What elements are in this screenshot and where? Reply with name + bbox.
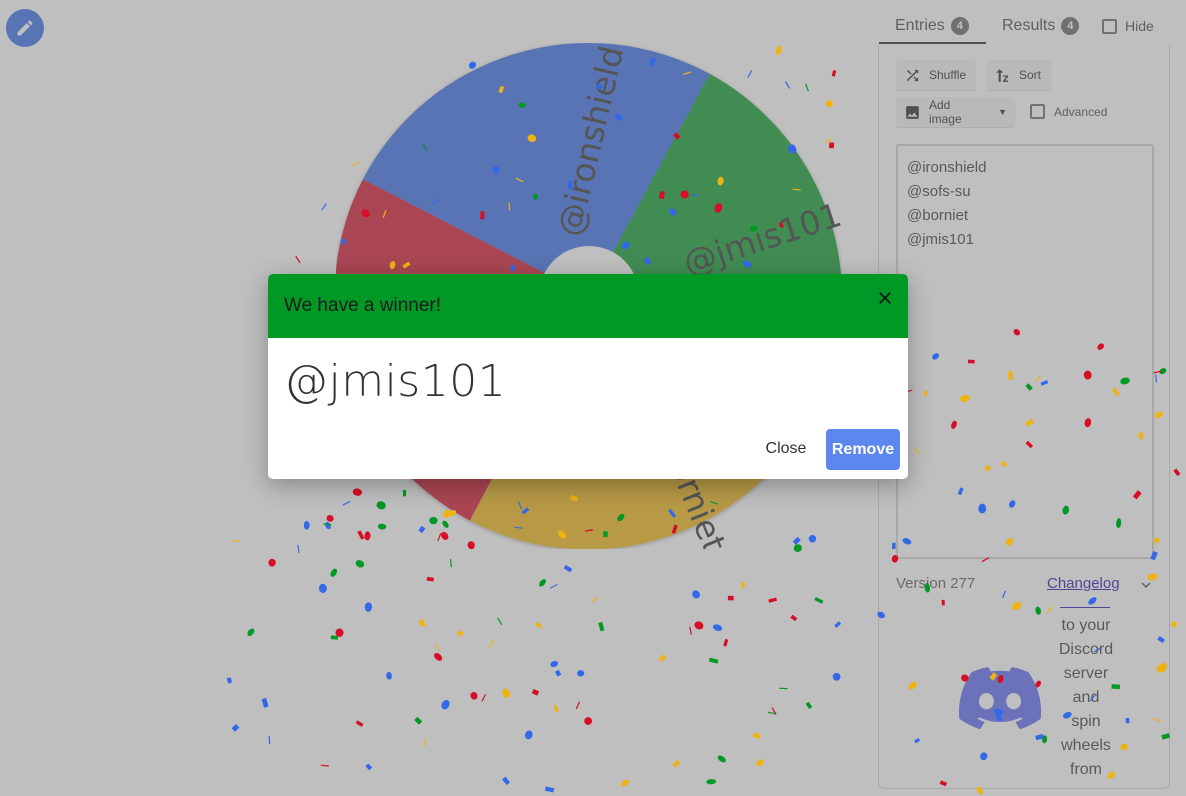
dialog-title: We have a winner!	[284, 295, 442, 316]
close-icon[interactable]	[875, 288, 895, 308]
winner-dialog: We have a winner! @jmis101 Close Remove	[268, 274, 908, 479]
close-button[interactable]: Close	[756, 430, 816, 468]
winner-name: @jmis101	[284, 356, 507, 407]
remove-button[interactable]: Remove	[826, 429, 900, 470]
dialog-header: We have a winner!	[268, 274, 908, 338]
